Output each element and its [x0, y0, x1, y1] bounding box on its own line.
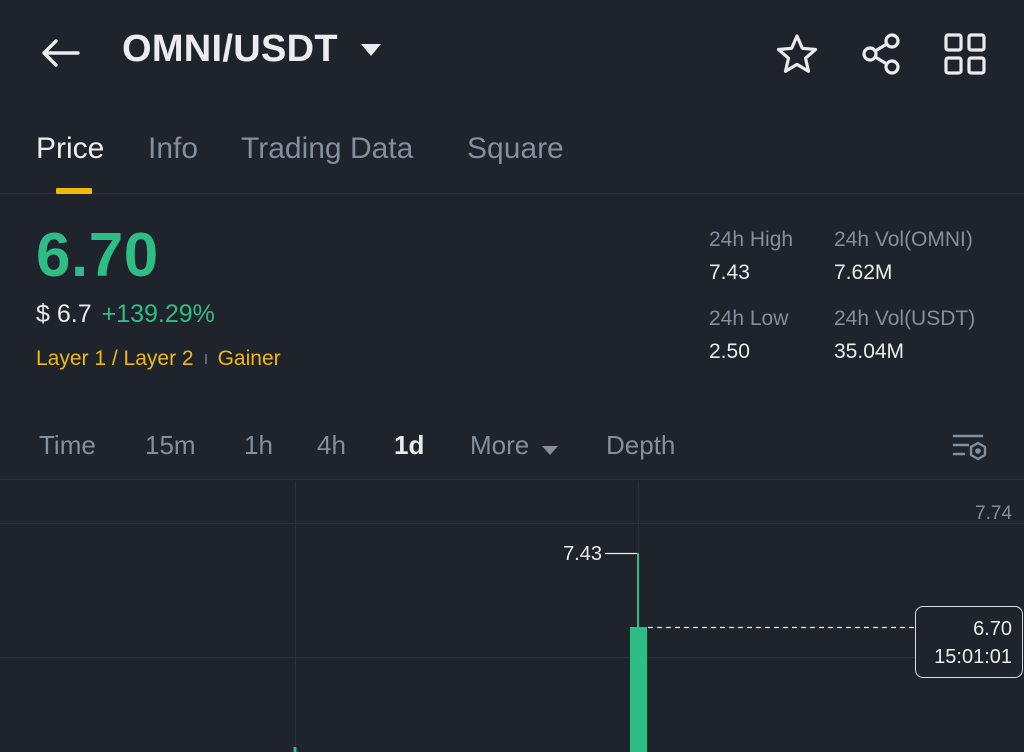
interval-more[interactable]: More [470, 430, 559, 463]
tag-divider [204, 354, 207, 364]
interval-more-label: More [470, 430, 530, 460]
stat-high-label: 24h High [709, 228, 794, 251]
tag-gainer[interactable]: Gainer [218, 347, 281, 371]
detail-tabs: Price Info Trading Data Square [0, 128, 1024, 194]
category-tags: Layer 1 / Layer 2 Gainer [36, 347, 281, 371]
share-icon [862, 33, 900, 75]
interval-1h[interactable]: 1h [244, 430, 273, 461]
interval-1d[interactable]: 1d [394, 430, 424, 461]
tab-price[interactable]: Price [36, 132, 104, 166]
last-price: 6.70 [36, 221, 159, 290]
price-usd: $ 6.7 [36, 300, 92, 328]
share-button[interactable] [857, 30, 905, 78]
interval-bar: Time 15m 1h 4h 1d More Depth [0, 418, 1024, 480]
back-button[interactable] [36, 32, 84, 74]
interval-15m[interactable]: 15m [145, 430, 196, 461]
chart-settings-icon [952, 434, 987, 461]
back-arrow-icon [42, 39, 80, 67]
tab-trading-data[interactable]: Trading Data [241, 132, 413, 166]
layout-grid-button[interactable] [941, 30, 989, 78]
price-change: +139.29% [101, 300, 215, 328]
pair-selector[interactable]: OMNI/USDT [122, 28, 382, 71]
stat-vol-quote-label: 24h Vol(USDT) [834, 307, 976, 330]
stat-vol-base-value: 7.62M [834, 261, 893, 284]
current-price-time: 15:01:01 [934, 646, 1012, 668]
interval-time[interactable]: Time [39, 430, 96, 461]
interval-4h[interactable]: 4h [317, 430, 346, 461]
price-usd-row: $ 6.7 +139.29% [36, 300, 215, 329]
axis-top-label: 7.74 [975, 503, 1012, 524]
tag-layer[interactable]: Layer 1 / Layer 2 [36, 347, 194, 371]
star-icon [776, 34, 818, 73]
header: OMNI/USDT [0, 0, 1024, 108]
stat-low-label: 24h Low [709, 307, 789, 330]
stat-vol-base-label: 24h Vol(OMNI) [834, 228, 973, 251]
current-price-tag[interactable]: 6.70 15:01:01 [915, 606, 1023, 678]
chevron-down-icon [360, 43, 382, 57]
tab-square[interactable]: Square [467, 132, 564, 166]
pair-title: OMNI/USDT [122, 28, 338, 70]
stat-low-value: 2.50 [709, 340, 750, 363]
candle-body[interactable] [630, 627, 647, 752]
interval-depth[interactable]: Depth [606, 430, 675, 461]
tab-info[interactable]: Info [148, 132, 198, 166]
chevron-down-icon [541, 432, 559, 463]
price-chart[interactable]: 7.74 7.43 6.70 15:01:01 [0, 481, 1024, 752]
stat-high-value: 7.43 [709, 261, 750, 284]
favorite-button[interactable] [773, 30, 821, 78]
grid-icon [944, 33, 986, 75]
stat-vol-quote-value: 35.04M [834, 340, 905, 363]
chart-settings-button[interactable] [948, 426, 992, 470]
active-tab-indicator [56, 188, 92, 194]
chart-grid [0, 481, 1024, 752]
current-price-value: 6.70 [973, 618, 1012, 640]
trading-screen: OMNI/USDT Price Info Trading Data Square… [0, 0, 1024, 752]
high-marker-label: 7.43 [563, 543, 602, 565]
